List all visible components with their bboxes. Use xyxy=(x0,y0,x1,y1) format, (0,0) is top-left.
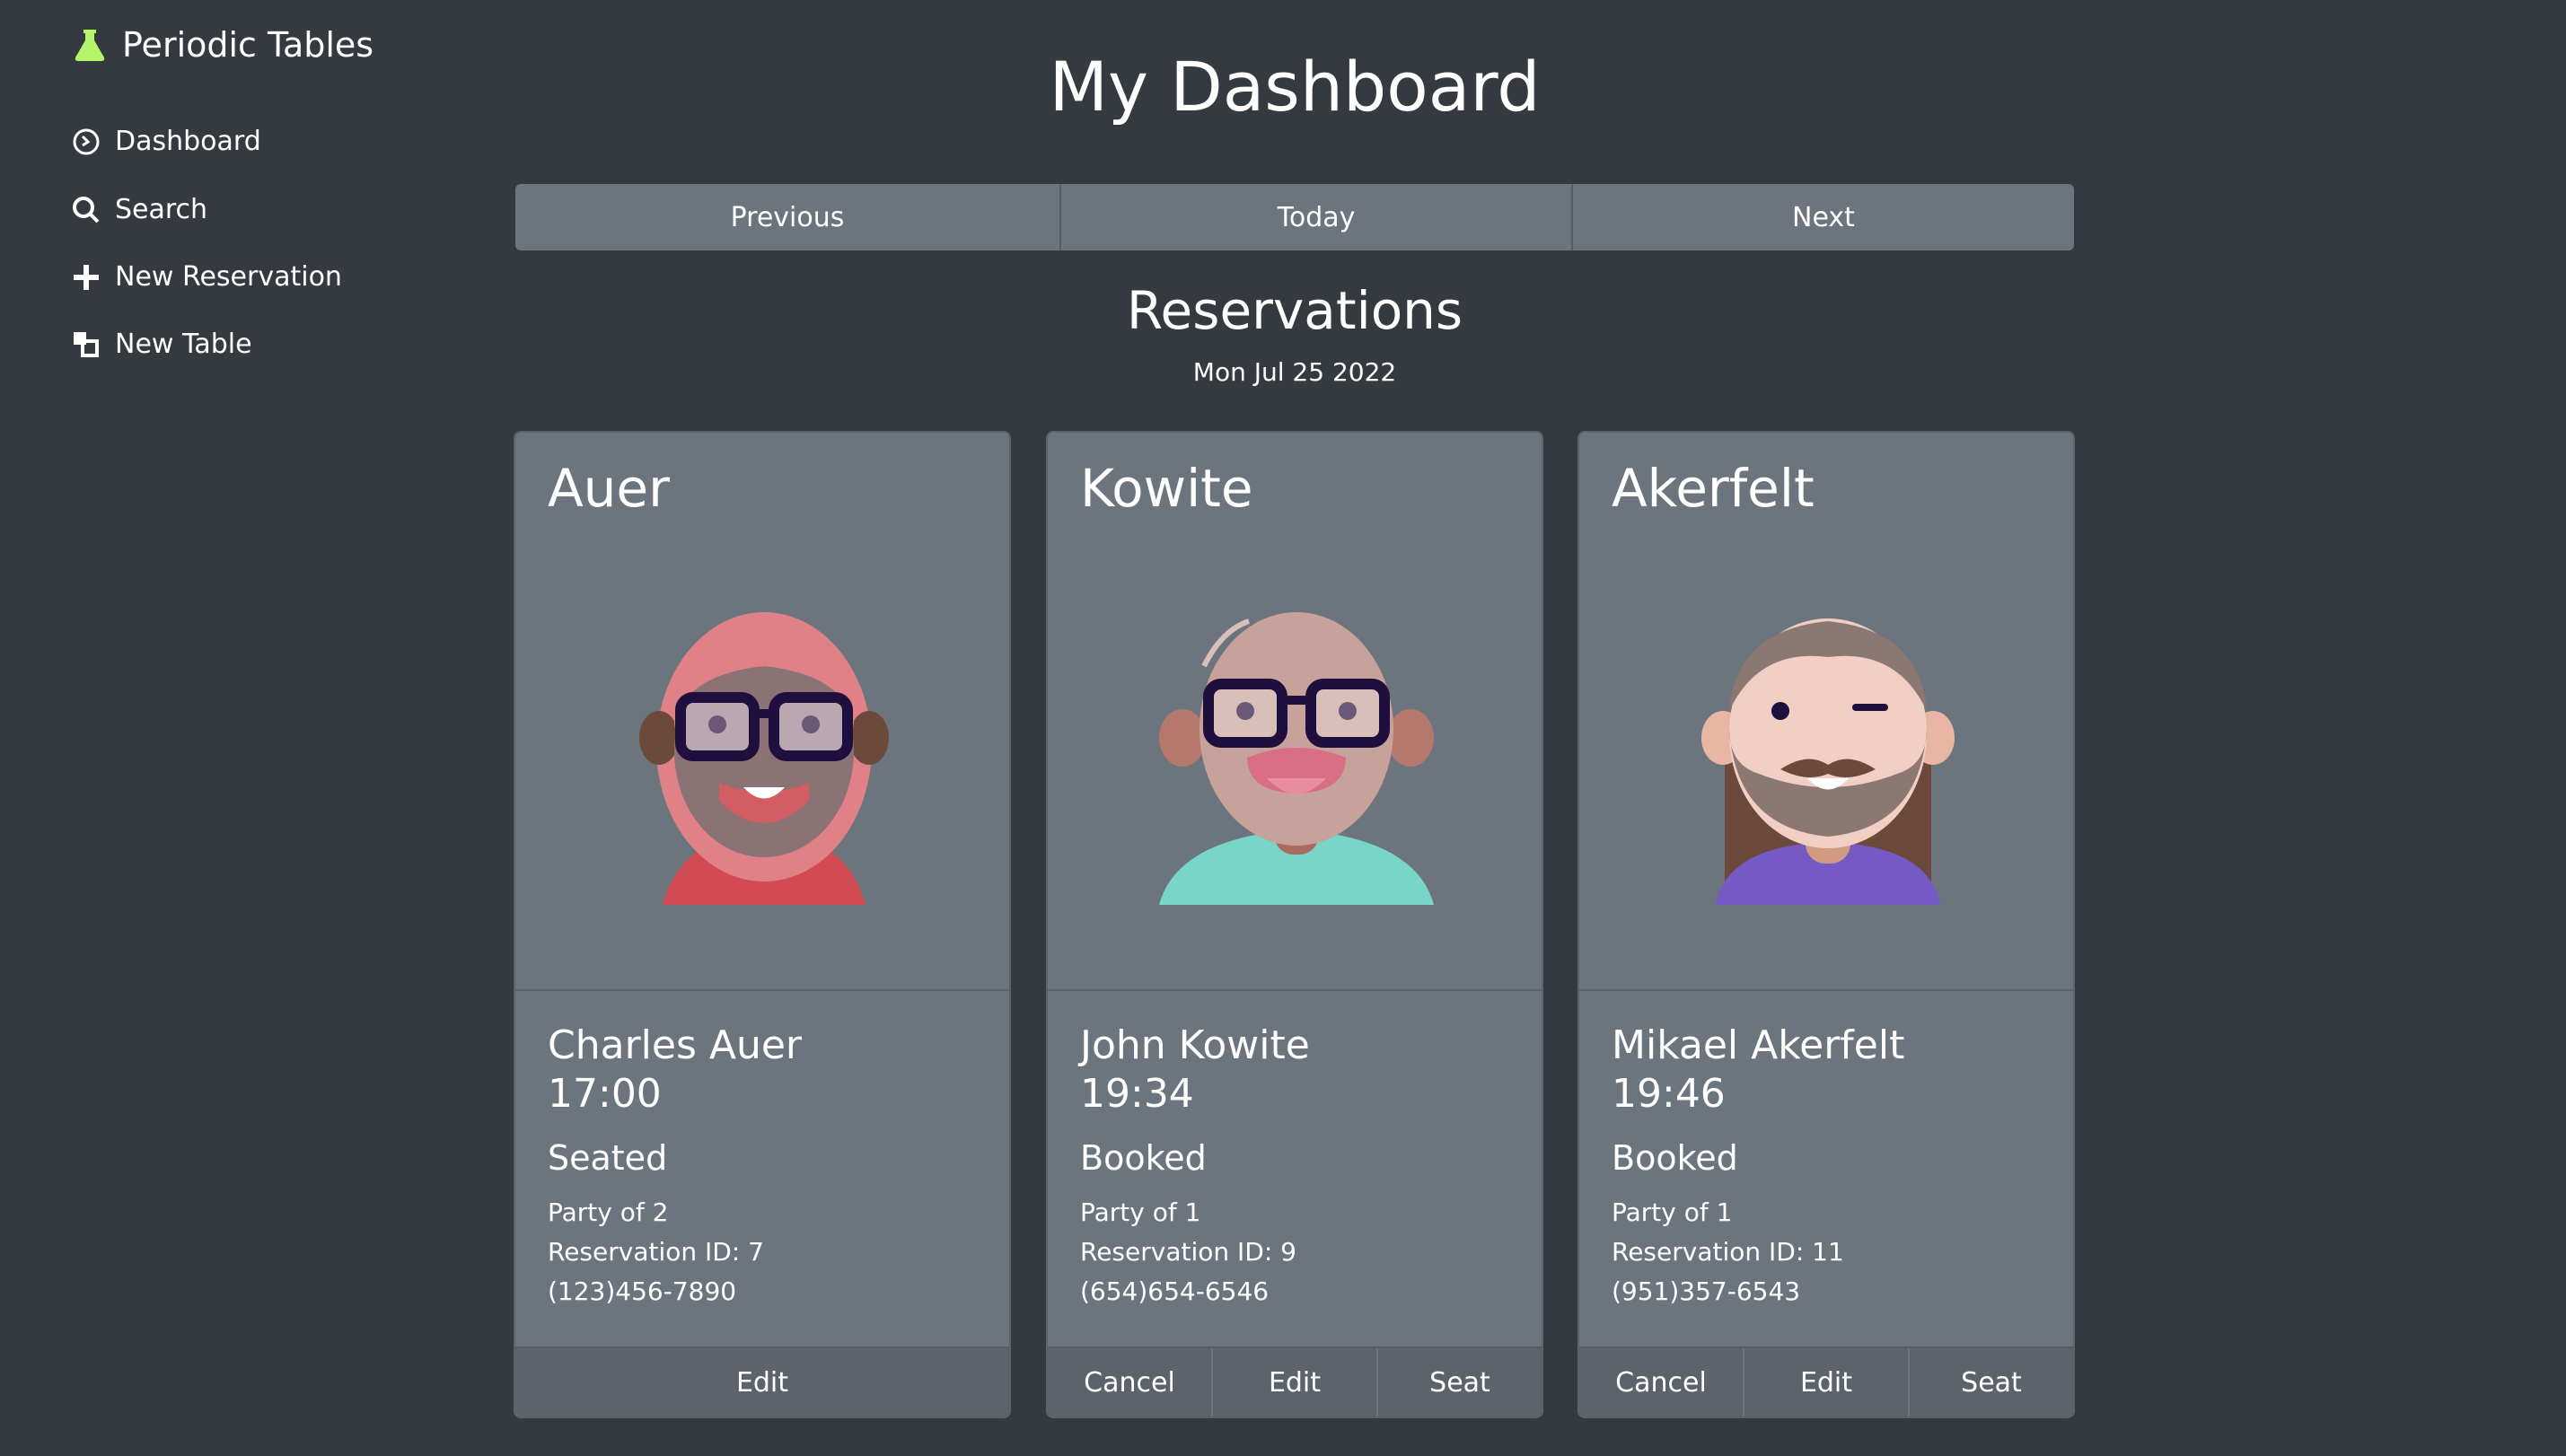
reservation-status: Booked xyxy=(1612,1138,1738,1178)
guest-avatar xyxy=(1141,594,1452,905)
previous-button[interactable]: Previous xyxy=(515,184,1061,250)
phone-number: (654)654-6546 xyxy=(1080,1276,1270,1306)
seat-button[interactable]: Seat xyxy=(1910,1348,2073,1417)
card-actions: Cancel Edit Seat xyxy=(1579,1346,2073,1417)
party-size: Party of 1 xyxy=(1080,1197,1201,1227)
card-title: Kowite xyxy=(1080,458,1253,519)
guest-name: Charles Auer xyxy=(548,1022,803,1068)
guest-name: Mikael Akerfelt xyxy=(1612,1022,1905,1068)
cancel-button[interactable]: Cancel xyxy=(1579,1348,1744,1417)
cancel-button[interactable]: Cancel xyxy=(1048,1348,1213,1417)
card-title: Auer xyxy=(548,458,670,519)
main-content: My Dashboard Previous Today Next Reserva… xyxy=(0,0,2566,1456)
edit-button[interactable]: Edit xyxy=(1213,1348,1378,1417)
phone-number: (123)456-7890 xyxy=(548,1276,737,1306)
page-title: My Dashboard xyxy=(1049,47,1541,127)
party-size: Party of 1 xyxy=(1612,1197,1733,1227)
reservation-status: Seated xyxy=(548,1138,668,1178)
reservation-id: Reservation ID: 9 xyxy=(1080,1237,1296,1267)
reservation-card: Kowite John Kowite 19:34 Booked Party of… xyxy=(1046,431,1543,1418)
card-divider xyxy=(515,989,1009,991)
reservation-id: Reservation ID: 7 xyxy=(548,1237,764,1267)
guest-avatar xyxy=(609,594,919,905)
next-button[interactable]: Next xyxy=(1573,184,2074,250)
reservation-id: Reservation ID: 11 xyxy=(1612,1237,1844,1267)
reservation-time: 19:34 xyxy=(1080,1071,1194,1117)
card-divider xyxy=(1579,989,2073,991)
card-actions: Cancel Edit Seat xyxy=(1048,1346,1542,1417)
reservation-card: Auer Charles Auer 17:00 Seated Party of … xyxy=(514,431,1011,1418)
card-title: Akerfelt xyxy=(1612,458,1815,519)
edit-button[interactable]: Edit xyxy=(515,1348,1009,1417)
guest-avatar xyxy=(1673,594,1983,905)
reservation-status: Booked xyxy=(1080,1138,1207,1178)
date-nav: Previous Today Next xyxy=(515,184,2074,250)
seat-button[interactable]: Seat xyxy=(1378,1348,1542,1417)
phone-number: (951)357-6543 xyxy=(1612,1276,1801,1306)
reservation-card: Akerfelt Mikael Akerfelt 19:46 Booked Pa… xyxy=(1577,431,2075,1418)
reservations-heading: Reservations xyxy=(1126,280,1463,341)
party-size: Party of 2 xyxy=(548,1197,669,1227)
edit-button[interactable]: Edit xyxy=(1744,1348,1910,1417)
today-button[interactable]: Today xyxy=(1061,184,1573,250)
current-date: Mon Jul 25 2022 xyxy=(1192,357,1397,387)
reservation-time: 19:46 xyxy=(1612,1071,1726,1117)
card-divider xyxy=(1048,989,1542,991)
card-actions: Edit xyxy=(515,1346,1009,1417)
guest-name: John Kowite xyxy=(1080,1022,1310,1068)
reservation-time: 17:00 xyxy=(548,1071,662,1117)
